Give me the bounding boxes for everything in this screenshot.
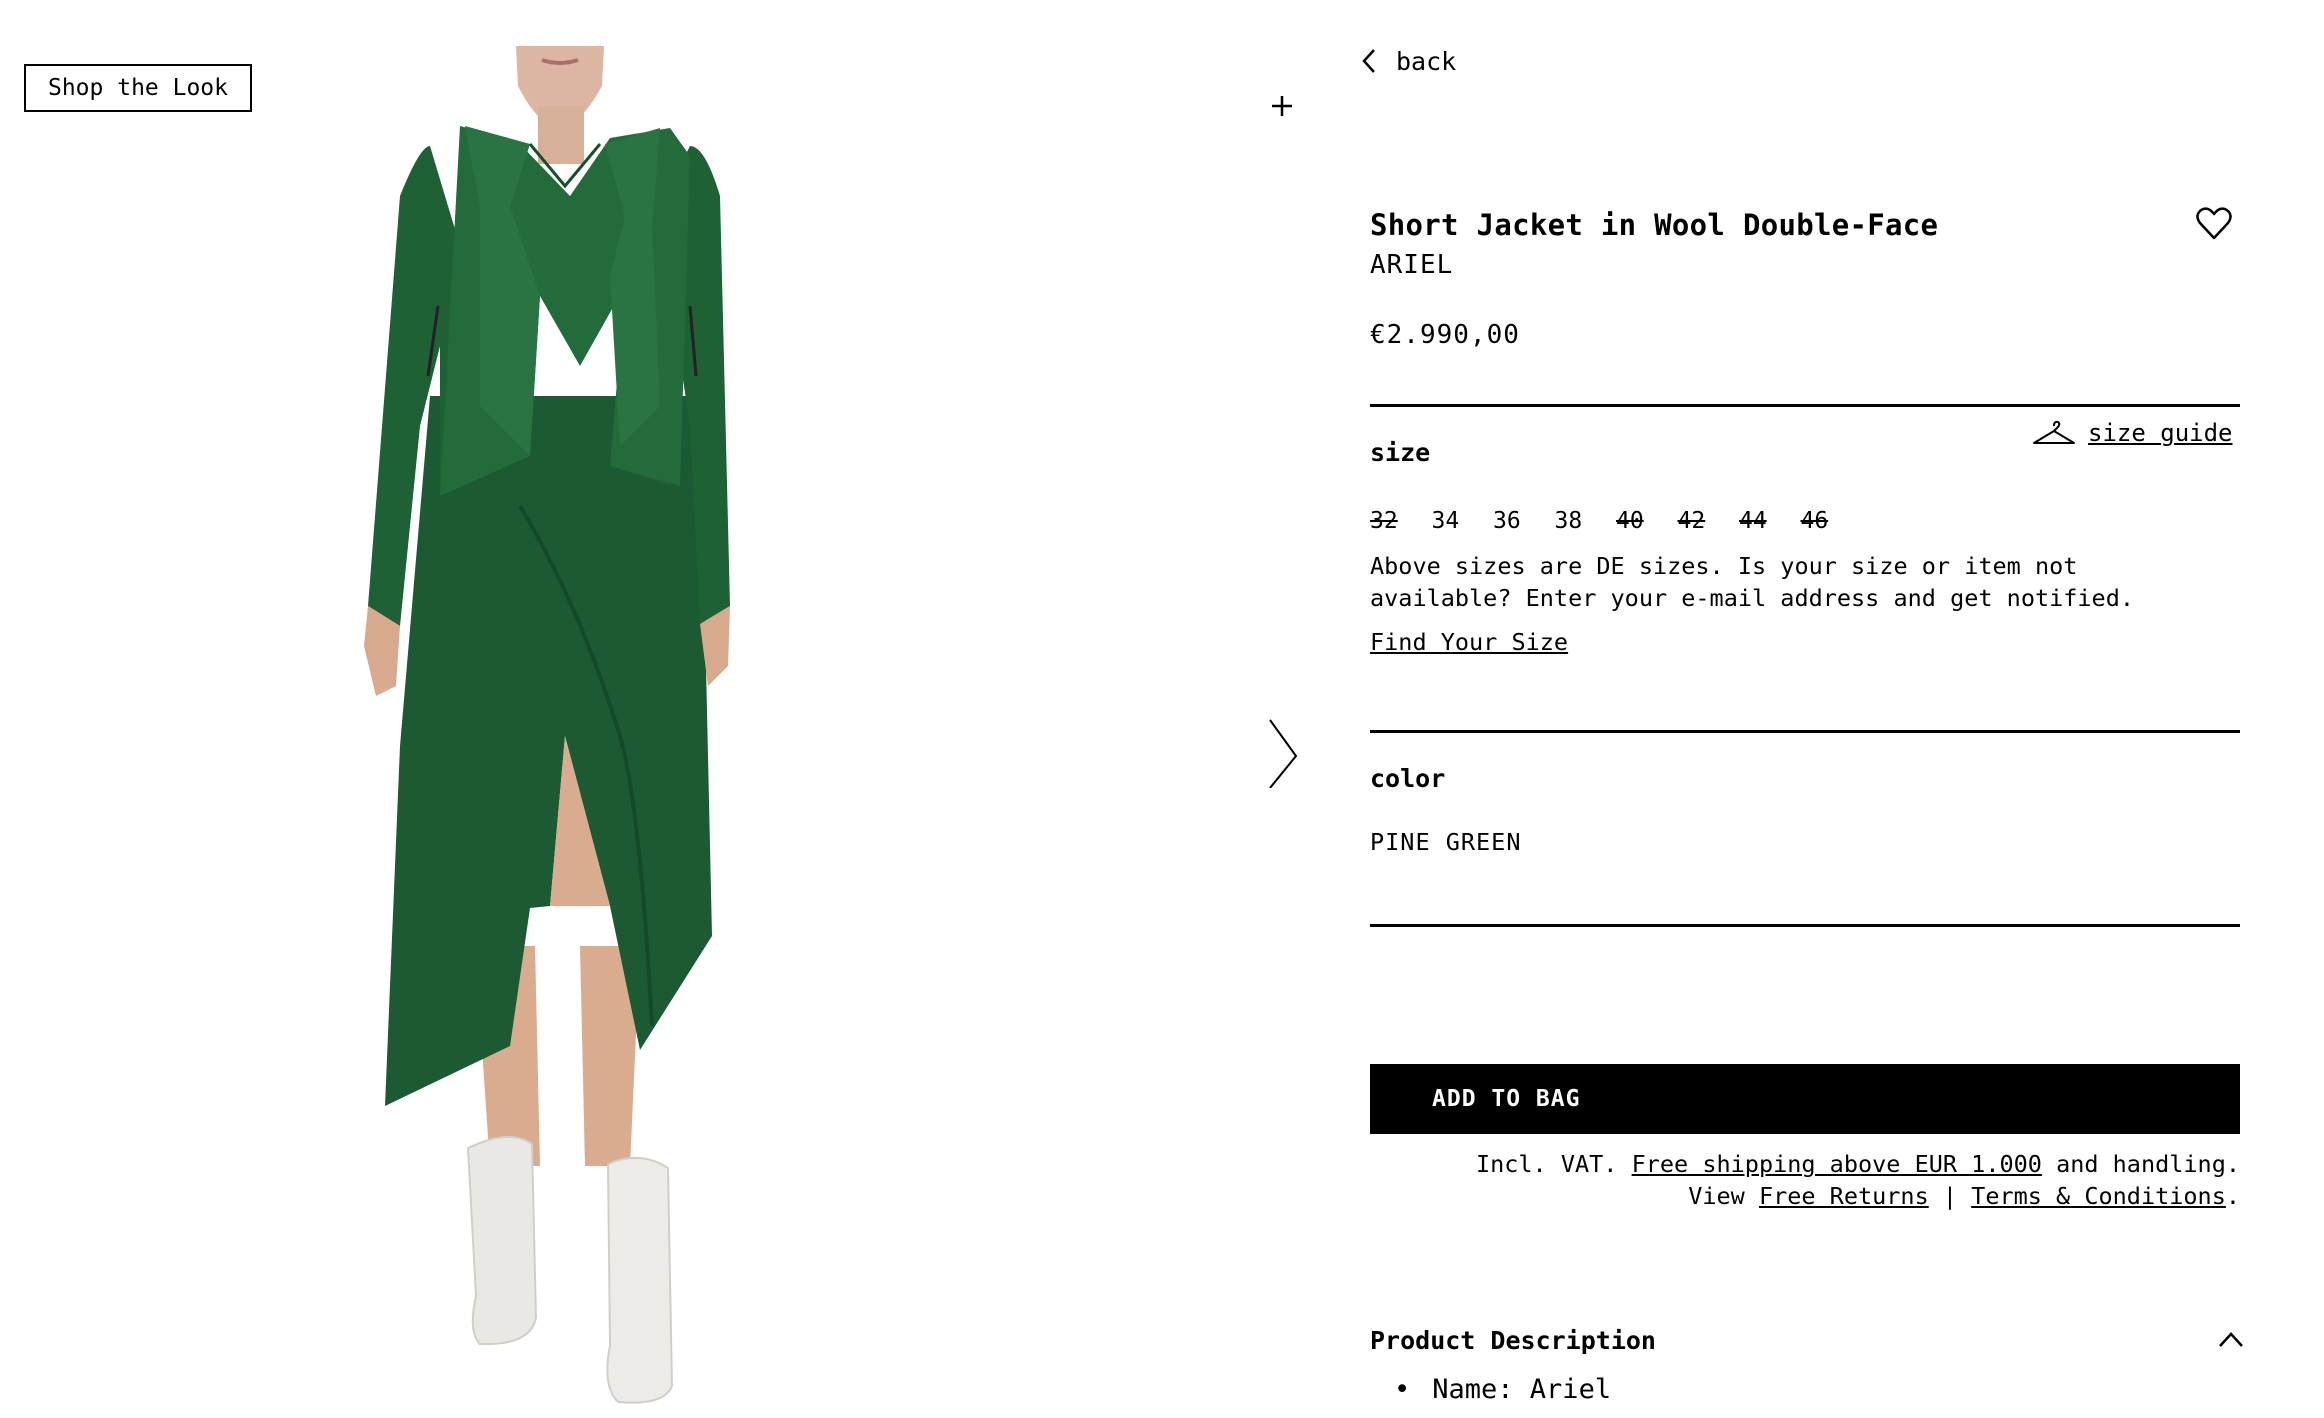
size-option-42[interactable]: 42 bbox=[1678, 508, 1740, 534]
size-option-44[interactable]: 44 bbox=[1739, 508, 1801, 534]
product-image bbox=[364, 46, 730, 1404]
terms-conditions-link[interactable]: Terms & Conditions bbox=[1971, 1182, 2226, 1210]
divider bbox=[1370, 730, 2240, 733]
size-guide-label: size guide bbox=[2088, 419, 2233, 447]
view-prefix: View bbox=[1688, 1182, 1759, 1210]
chevron-right-icon[interactable] bbox=[1262, 716, 1312, 788]
size-option-40[interactable]: 40 bbox=[1616, 508, 1678, 534]
size-option-46[interactable]: 46 bbox=[1801, 508, 1863, 534]
ship-suffix: and handling. bbox=[2041, 1150, 2240, 1178]
description-item: Name: Ariel bbox=[1432, 1374, 1612, 1405]
bullet: • bbox=[1394, 1374, 1411, 1405]
shop-the-look-button[interactable]: Shop the Look bbox=[24, 64, 252, 112]
size-options: 32 34 36 38 40 42 44 46 bbox=[1370, 508, 1862, 534]
shipping-info: Incl. VAT. Free shipping above EUR 1.000… bbox=[1370, 1148, 2240, 1212]
terms-suffix: . bbox=[2225, 1182, 2240, 1210]
product-description-heading[interactable]: Product Description bbox=[1370, 1326, 1656, 1355]
plus-icon[interactable] bbox=[1262, 86, 1302, 126]
divider bbox=[1370, 924, 2240, 927]
find-your-size-link[interactable]: Find Your Size bbox=[1370, 628, 1568, 656]
price: €2.990,00 bbox=[1370, 320, 1520, 350]
ship-prefix: Incl. VAT. bbox=[1475, 1150, 1632, 1178]
description-list: • Name: Ariel bbox=[1394, 1374, 1611, 1405]
free-shipping-link[interactable]: Free shipping above EUR 1.000 bbox=[1632, 1150, 2042, 1178]
size-section-label: size bbox=[1370, 438, 1431, 467]
chevron-up-icon[interactable] bbox=[2216, 1328, 2246, 1352]
size-guide-link[interactable]: size guide bbox=[2032, 418, 2233, 448]
back-link[interactable]: back bbox=[1360, 44, 1456, 78]
link-separator: | bbox=[1928, 1182, 1972, 1210]
size-availability-note: Above sizes are DE sizes. Is your size o… bbox=[1370, 552, 2135, 612]
size-option-38[interactable]: 38 bbox=[1555, 508, 1617, 534]
color-section-label: color bbox=[1370, 764, 1446, 793]
add-to-bag-button[interactable]: ADD TO BAG bbox=[1370, 1064, 2240, 1134]
size-option-34[interactable]: 34 bbox=[1432, 508, 1494, 534]
brand-name: ARIEL bbox=[1370, 250, 1454, 280]
size-option-32[interactable]: 32 bbox=[1370, 508, 1432, 534]
heart-icon[interactable] bbox=[2194, 204, 2234, 244]
back-label: back bbox=[1396, 46, 1457, 76]
hanger-icon bbox=[2033, 420, 2075, 444]
color-value: PINE GREEN bbox=[1370, 828, 1522, 856]
divider bbox=[1370, 404, 2240, 407]
product-title: Short Jacket in Wool Double-Face bbox=[1370, 208, 1939, 242]
chevron-left-icon bbox=[1362, 49, 1375, 73]
size-option-36[interactable]: 36 bbox=[1493, 508, 1555, 534]
free-returns-link[interactable]: Free Returns bbox=[1759, 1182, 1929, 1210]
